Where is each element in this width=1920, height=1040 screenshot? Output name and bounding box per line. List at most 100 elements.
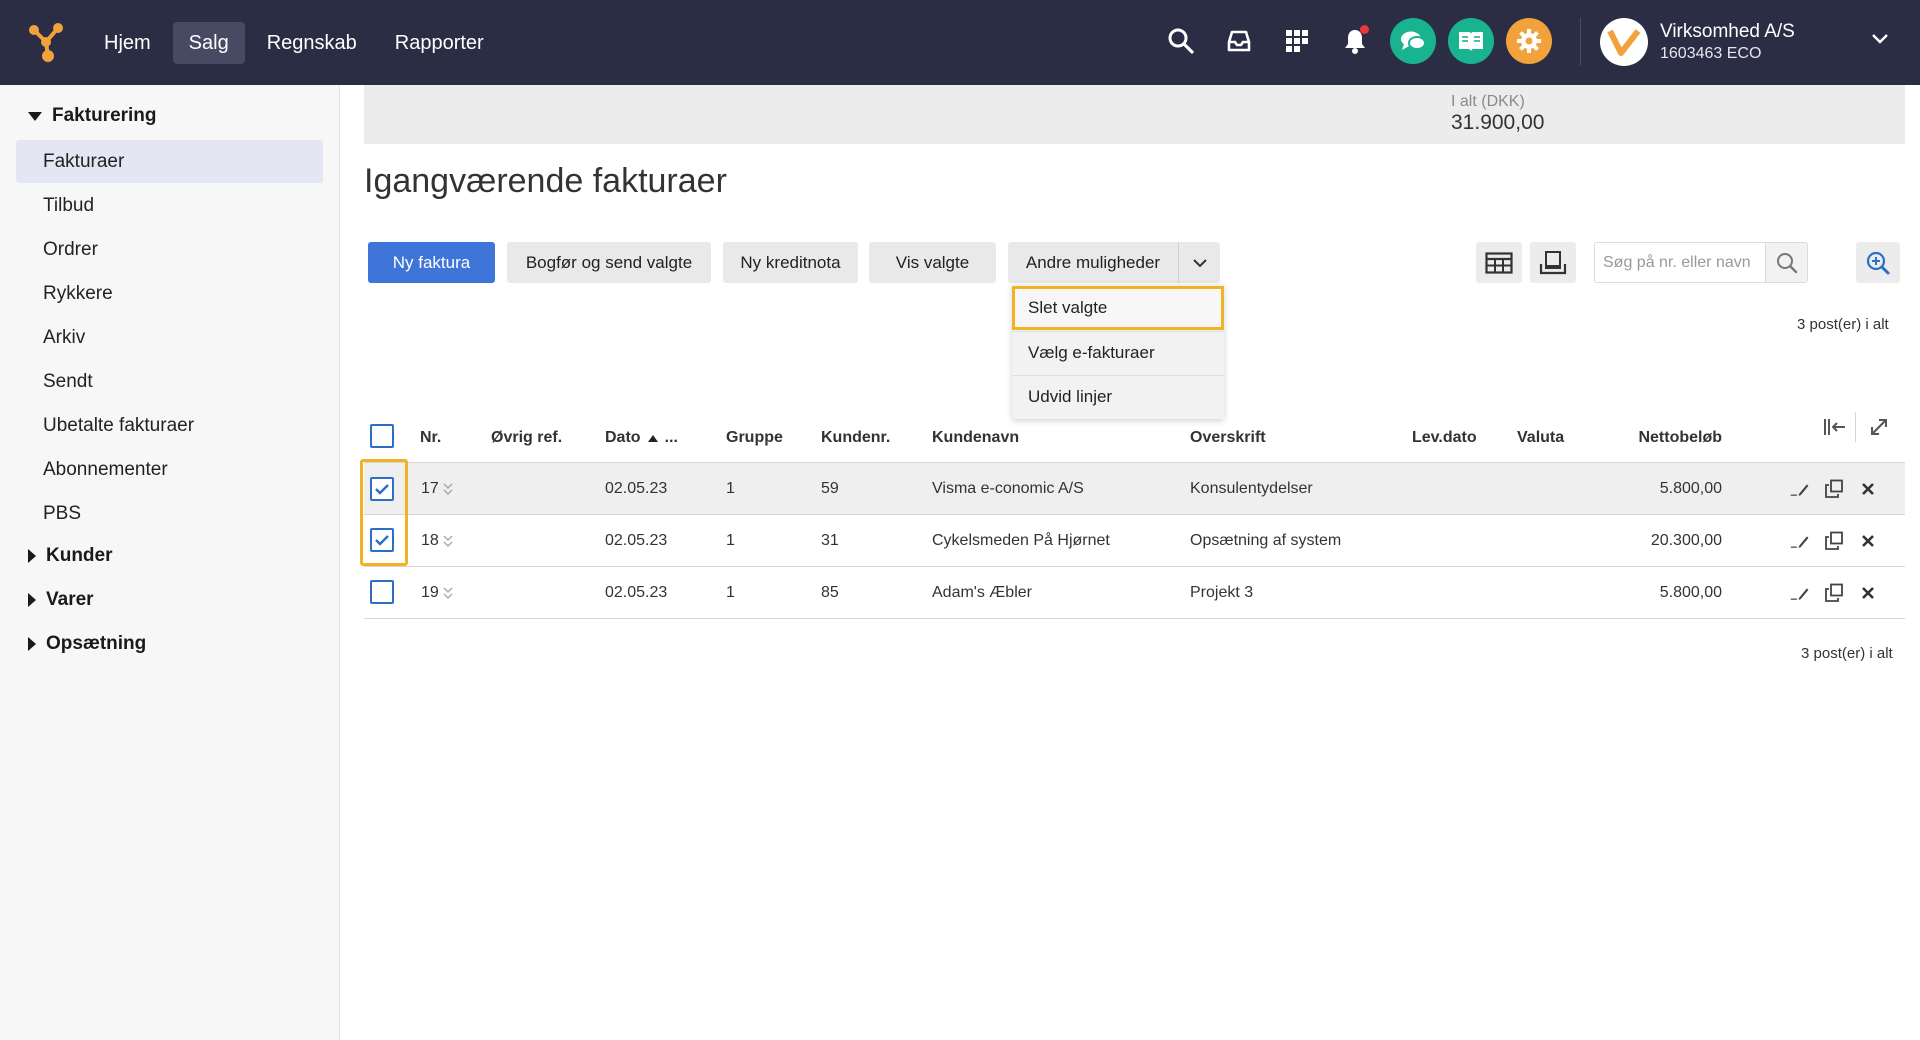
delete-icon[interactable]: [1858, 583, 1878, 603]
sidebar-group-fakturering[interactable]: Fakturering: [28, 105, 157, 127]
gear-icon[interactable]: [1506, 18, 1552, 64]
app-logo-icon[interactable]: [26, 22, 66, 62]
collapse-columns-icon[interactable]: [1822, 416, 1848, 438]
company-id: 1603463 ECO: [1660, 45, 1762, 62]
cell-net-amount: 5.800,00: [1659, 480, 1722, 497]
topbar-divider: [1580, 18, 1581, 66]
nav-item-regnskab[interactable]: Regnskab: [251, 22, 373, 64]
apps-grid-icon[interactable]: [1274, 18, 1320, 64]
table-row[interactable]: 18 02.05.23 1 31 Cykelsmeden På Hjørnet …: [364, 515, 1905, 566]
column-header-date[interactable]: Dato ...: [605, 429, 678, 447]
sidebar-item-fakturaer[interactable]: Fakturaer: [16, 140, 323, 183]
double-chevron-down-icon[interactable]: [442, 585, 454, 601]
sidebar-item-tilbud[interactable]: Tilbud: [16, 184, 323, 227]
sidebar-item-sendt[interactable]: Sendt: [16, 360, 323, 403]
top-bar: Hjem Salg Regnskab Rapporter Virksomhed …: [0, 0, 1920, 85]
sidebar-item-rykkere[interactable]: Rykkere: [16, 272, 323, 315]
sort-ascending-icon: [647, 434, 658, 442]
caret-right-icon: [28, 637, 36, 651]
nav-item-rapporter[interactable]: Rapporter: [379, 22, 500, 64]
search-input[interactable]: [1603, 243, 1763, 282]
post-and-send-button[interactable]: Bogfør og send valgte: [507, 242, 711, 283]
total-value: 31.900,00: [1451, 111, 1545, 134]
cell-nr[interactable]: 18: [421, 515, 439, 566]
header-divider: [1855, 412, 1856, 442]
row-checkbox[interactable]: [370, 580, 394, 604]
sidebar-group-label: Varer: [46, 589, 94, 610]
sidebar-group-opsaetning[interactable]: Opsætning: [28, 633, 146, 655]
copy-icon[interactable]: [1824, 531, 1844, 551]
menu-item-expand-lines[interactable]: Udvid linjer: [1012, 375, 1224, 419]
nav-item-salg[interactable]: Salg: [172, 22, 245, 64]
column-header-currency[interactable]: Valuta: [1517, 429, 1564, 447]
other-options-toggle[interactable]: [1178, 242, 1220, 283]
search-button[interactable]: [1765, 243, 1807, 282]
bell-icon[interactable]: [1332, 18, 1378, 64]
cell-customer-name: Cykelsmeden På Hjørnet: [932, 532, 1110, 549]
table-row[interactable]: 19 02.05.23 1 85 Adam's Æbler Projekt 3 …: [364, 567, 1905, 618]
sidebar-item-abonnementer[interactable]: Abonnementer: [16, 448, 323, 491]
page-title: Igangværende fakturaer: [364, 162, 727, 200]
cell-customer-name: Adam's Æbler: [932, 584, 1032, 601]
sidebar: Fakturering Fakturaer Tilbud Ordrer Rykk…: [0, 85, 340, 1040]
edit-icon[interactable]: [1790, 583, 1810, 603]
column-header-group[interactable]: Gruppe: [726, 429, 783, 447]
delete-icon[interactable]: [1858, 531, 1878, 551]
caret-right-icon: [28, 549, 36, 563]
new-credit-note-button[interactable]: Ny kreditnota: [723, 242, 858, 283]
menu-item-delete-selected[interactable]: Slet valgte: [1012, 286, 1224, 330]
expand-icon[interactable]: [1868, 416, 1890, 438]
totals-summary: I alt (DKK) 31.900,00: [364, 85, 1905, 144]
row-divider: [364, 618, 1905, 619]
search-icon: [1776, 252, 1797, 273]
edit-icon[interactable]: [1790, 479, 1810, 499]
new-invoice-button[interactable]: Ny faktura: [368, 242, 495, 283]
book-icon[interactable]: [1448, 18, 1494, 64]
sidebar-item-ordrer[interactable]: Ordrer: [16, 228, 323, 271]
column-header-other-ref[interactable]: Øvrig ref.: [491, 429, 562, 447]
double-chevron-down-icon[interactable]: [442, 533, 454, 549]
column-header-customer-name[interactable]: Kundenavn: [932, 429, 1019, 447]
advanced-search-button[interactable]: [1856, 242, 1900, 283]
column-header-heading[interactable]: Overskrift: [1190, 429, 1266, 447]
other-options-button[interactable]: Andre muligheder: [1008, 242, 1178, 283]
double-chevron-down-icon[interactable]: [442, 481, 454, 497]
copy-icon[interactable]: [1824, 583, 1844, 603]
sidebar-item-arkiv[interactable]: Arkiv: [16, 316, 323, 359]
cell-nr[interactable]: 19: [421, 567, 439, 618]
caret-down-icon: [28, 111, 42, 121]
delete-icon[interactable]: [1858, 479, 1878, 499]
nav-item-hjem[interactable]: Hjem: [88, 22, 167, 64]
notification-dot: [1360, 25, 1369, 34]
cell-customer-no: 31: [821, 532, 839, 549]
copy-icon[interactable]: [1824, 479, 1844, 499]
sidebar-item-pbs[interactable]: PBS: [16, 492, 323, 535]
column-header-net-amount[interactable]: Nettobeløb: [1600, 429, 1722, 447]
chevron-down-icon[interactable]: [1870, 32, 1890, 46]
column-header-delivery-date[interactable]: Lev.dato: [1412, 429, 1477, 447]
cell-group: 1: [726, 584, 735, 601]
menu-item-select-e-invoices[interactable]: Vælg e-fakturaer: [1012, 331, 1224, 375]
sidebar-group-kunder[interactable]: Kunder: [28, 545, 113, 567]
inbox-icon[interactable]: [1216, 18, 1262, 64]
company-switcher[interactable]: Virksomhed A/S 1603463 ECO: [1600, 18, 1795, 66]
company-logo-icon: [1600, 18, 1648, 66]
edit-icon[interactable]: [1790, 531, 1810, 551]
chat-icon[interactable]: [1390, 18, 1436, 64]
cell-net-amount: 20.300,00: [1650, 532, 1722, 549]
select-all-checkbox[interactable]: [370, 424, 394, 448]
column-header-customer-no[interactable]: Kundenr.: [821, 429, 890, 447]
record-count-bottom: 3 post(er) i alt: [1801, 645, 1893, 662]
sidebar-item-ubetalte[interactable]: Ubetalte fakturaer: [16, 404, 323, 447]
print-button[interactable]: [1530, 242, 1576, 283]
cell-nr[interactable]: 17: [421, 463, 439, 514]
search-icon[interactable]: [1158, 18, 1204, 64]
show-selected-button[interactable]: Vis valgte: [869, 242, 996, 283]
table-row[interactable]: 17 02.05.23 1 59 Visma e-conomic A/S Kon…: [364, 463, 1905, 514]
column-header-nr[interactable]: Nr.: [420, 429, 441, 447]
sidebar-group-varer[interactable]: Varer: [28, 589, 94, 611]
column-options[interactable]: ...: [665, 429, 678, 447]
cell-customer-name: Visma e-conomic A/S: [932, 480, 1084, 497]
main-nav: Hjem Salg Regnskab Rapporter: [88, 22, 500, 64]
table-view-button[interactable]: [1476, 242, 1522, 283]
